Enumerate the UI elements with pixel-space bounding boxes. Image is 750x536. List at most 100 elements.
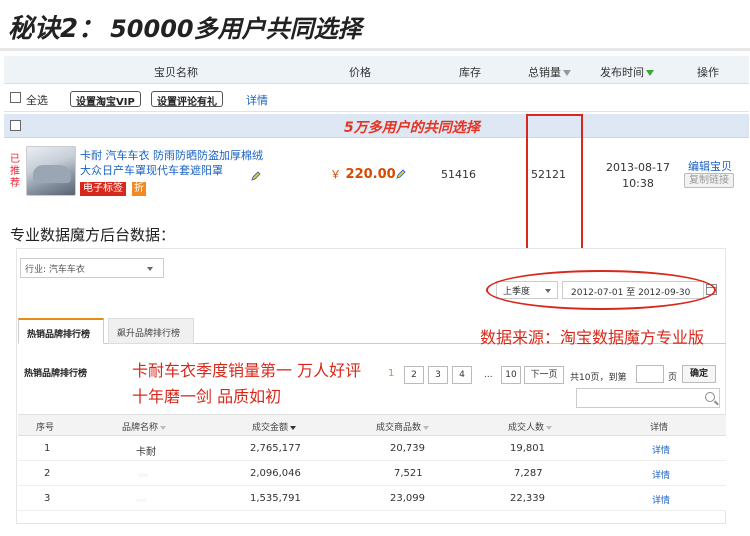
tab-rising-brands[interactable]: 飙升品牌排行榜 bbox=[108, 318, 194, 344]
col-name-header: 宝贝名称 bbox=[154, 66, 198, 79]
sort-icon bbox=[423, 425, 430, 430]
stock-value: 51416 bbox=[441, 168, 476, 181]
th-items-label: 成交商品数 bbox=[376, 423, 422, 433]
cell-brand: 卡耐 bbox=[136, 447, 156, 458]
col-stock-header[interactable]: 库存 bbox=[459, 64, 481, 80]
edit-item-link[interactable]: 编辑宝贝 bbox=[688, 158, 732, 174]
pager-page-unit: 页 bbox=[668, 373, 678, 383]
th-detail: 详情 bbox=[650, 423, 669, 433]
table-row: 1 卡耐 2,765,177 20,739 19,801 详情 bbox=[18, 436, 726, 461]
e-label-tag: 电子标签 bbox=[80, 182, 126, 196]
pager-goto-input[interactable] bbox=[636, 365, 664, 383]
pager-ok-button[interactable]: 确定 bbox=[682, 365, 716, 383]
detail-link[interactable]: 详情 bbox=[652, 468, 670, 481]
cell-brand-obscured: … bbox=[136, 493, 146, 504]
title-divider bbox=[0, 48, 750, 51]
select-all-label: 全选 bbox=[26, 94, 48, 107]
magic-section-label: 专业数据魔方后台数据： bbox=[10, 226, 176, 244]
page-title: 秘诀2： 50000多用户共同选择 bbox=[8, 4, 362, 48]
tab-hot-brands[interactable]: 热销品牌排行榜 bbox=[18, 318, 104, 344]
promo-line-1: 卡耐车衣季度销量第一 万人好评 bbox=[132, 361, 362, 380]
highlight-band: 5万多用户的共同选择 bbox=[4, 114, 749, 138]
product-table-header: 宝贝名称 价格 库存 总销量 发布时间 操作 bbox=[4, 56, 749, 84]
product-title-line1: 卡耐 汽车车衣 防雨防晒防盗加厚棉绒 bbox=[80, 149, 263, 162]
search-icon[interactable] bbox=[705, 392, 715, 402]
cell-items: 7,521 bbox=[394, 468, 423, 479]
band-text: 5万多用户的共同选择 bbox=[344, 120, 480, 136]
cell-rank: 2 bbox=[44, 468, 51, 479]
product-thumbnail[interactable] bbox=[26, 146, 76, 196]
data-source-note: 数据来源：淘宝数据魔方专业版 bbox=[480, 328, 705, 347]
set-review-gift-button[interactable]: 设置评论有礼 bbox=[151, 91, 223, 108]
col-published-label: 发布时间 bbox=[600, 66, 644, 79]
recommended-label: 已推荐 bbox=[10, 154, 20, 189]
cell-rank: 3 bbox=[44, 493, 51, 504]
pager-page-last[interactable]: 10 bbox=[501, 366, 521, 384]
industry-select[interactable]: 行业: 汽车车衣 bbox=[20, 258, 164, 278]
cell-items: 20,739 bbox=[390, 443, 425, 454]
brand-search-input[interactable] bbox=[576, 388, 720, 408]
col-published-header[interactable]: 发布时间 bbox=[600, 64, 654, 80]
product-row: 已推荐 卡耐 汽车车衣 防雨防晒防盗加厚棉绒 大众日产车罩现代车套遮阳罩 电子标… bbox=[4, 140, 749, 206]
pager-next-button[interactable]: 下一页 bbox=[524, 366, 564, 384]
cell-brand-obscured: … bbox=[138, 468, 148, 479]
cell-amount: 2,765,177 bbox=[250, 443, 301, 454]
pager-total-text: 共10页，到第 bbox=[570, 373, 627, 383]
details-link[interactable]: 详情 bbox=[246, 92, 268, 108]
date-highlight-oval bbox=[486, 270, 716, 310]
row-checkbox[interactable] bbox=[10, 120, 21, 131]
sort-down-gray-icon bbox=[563, 70, 571, 76]
col-sales-header[interactable]: 总销量 bbox=[528, 64, 571, 80]
cell-buyers: 22,339 bbox=[510, 493, 545, 504]
th-buyers[interactable]: 成交人数 bbox=[508, 420, 553, 433]
edit-price-pencil-icon[interactable] bbox=[396, 169, 406, 179]
publish-time: 10:38 bbox=[622, 177, 654, 190]
list-title: 热销品牌排行榜 bbox=[24, 369, 88, 379]
product-title[interactable]: 卡耐 汽车车衣 防雨防晒防盗加厚棉绒 大众日产车罩现代车套遮阳罩 bbox=[80, 148, 270, 178]
th-brand-label: 品牌名称 bbox=[122, 423, 159, 433]
th-brand[interactable]: 品牌名称 bbox=[122, 420, 167, 433]
industry-select-value: 行业: 汽车车衣 bbox=[25, 265, 85, 275]
ranking-table-header: 序号 品牌名称 成交金额 成交商品数 成交人数 详情 bbox=[18, 414, 726, 436]
product-table: 宝贝名称 价格 库存 总销量 发布时间 操作 全选 设置淘宝VIP 设置评论有礼… bbox=[4, 56, 749, 256]
sort-icon bbox=[546, 425, 553, 430]
th-amount-label: 成交金额 bbox=[252, 423, 289, 433]
th-amount[interactable]: 成交金额 bbox=[252, 420, 297, 433]
edit-title-pencil-icon[interactable] bbox=[251, 171, 261, 181]
cell-rank: 1 bbox=[44, 443, 51, 454]
sales-highlight-frame bbox=[526, 114, 583, 256]
pager-current: 1 bbox=[388, 368, 395, 379]
price-amount: 220.00 bbox=[345, 167, 396, 182]
select-all-checkbox[interactable] bbox=[10, 92, 21, 103]
cell-amount: 1,535,791 bbox=[250, 493, 301, 504]
detail-link[interactable]: 详情 bbox=[652, 493, 670, 506]
col-actions-header: 操作 bbox=[697, 66, 719, 79]
title-text: 50000多用户共同选择 bbox=[110, 14, 362, 43]
cell-items: 23,099 bbox=[390, 493, 425, 504]
sort-down-icon bbox=[290, 425, 297, 430]
th-rank: 序号 bbox=[36, 423, 55, 433]
set-vip-button[interactable]: 设置淘宝VIP bbox=[70, 91, 141, 108]
cell-buyers: 19,801 bbox=[510, 443, 545, 454]
pager-page-2[interactable]: 2 bbox=[404, 366, 424, 384]
publish-datetime: 2013-08-17 10:38 bbox=[598, 160, 678, 192]
sort-icon bbox=[160, 425, 167, 430]
cell-amount: 2,096,046 bbox=[250, 468, 301, 479]
sort-down-green-icon bbox=[646, 70, 654, 76]
th-buyers-label: 成交人数 bbox=[508, 423, 545, 433]
table-row: 3 … 1,535,791 23,099 22,339 详情 bbox=[18, 486, 726, 511]
pager-page-4[interactable]: 4 bbox=[452, 366, 472, 384]
currency-symbol: ￥ bbox=[330, 168, 341, 181]
th-items[interactable]: 成交商品数 bbox=[376, 420, 430, 433]
promo-line-2: 十年磨一剑 品质如初 bbox=[132, 387, 282, 406]
col-price-header[interactable]: 价格 bbox=[349, 64, 371, 80]
detail-link[interactable]: 详情 bbox=[652, 443, 670, 456]
table-row: 2 … 2,096,046 7,521 7,287 详情 bbox=[18, 461, 726, 486]
copy-link-button[interactable]: 复制链接 bbox=[684, 173, 734, 188]
pager-page-3[interactable]: 3 bbox=[428, 366, 448, 384]
title-prefix: 秘诀2： bbox=[8, 13, 105, 44]
product-title-line2: 大众日产车罩现代车套遮阳罩 bbox=[80, 164, 223, 177]
col-sales-label: 总销量 bbox=[528, 66, 561, 79]
chevron-down-icon bbox=[147, 267, 153, 271]
price-value: ￥ 220.00 bbox=[330, 166, 396, 182]
